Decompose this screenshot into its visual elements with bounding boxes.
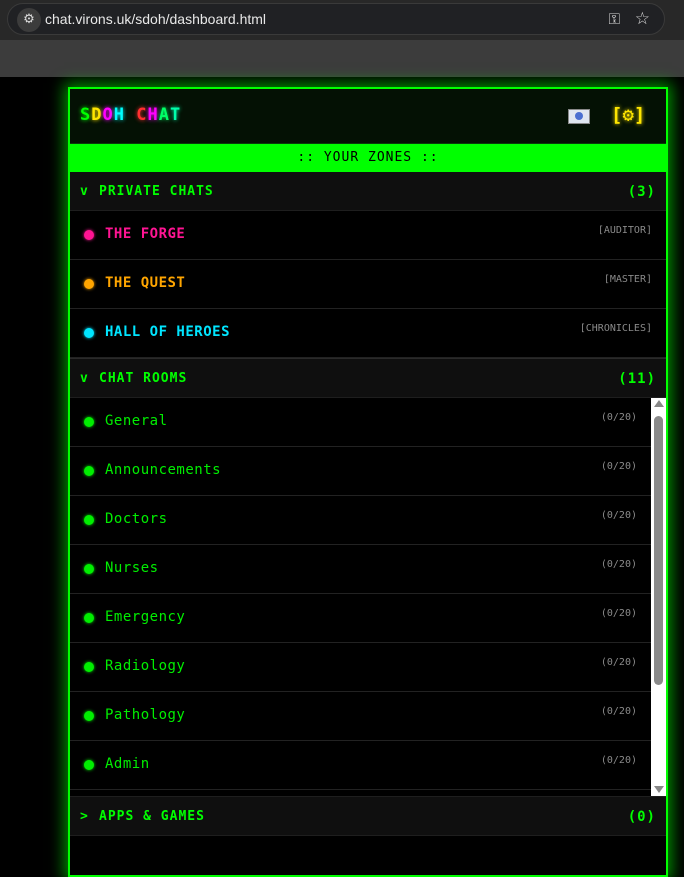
status-dot-icon <box>84 466 94 476</box>
app-logo: SDOH CHAT <box>80 105 181 125</box>
status-dot-icon <box>84 279 94 289</box>
room-name: General <box>105 413 168 429</box>
chat-room-item[interactable]: Doctors (0/20) <box>70 496 651 545</box>
app-header: SDOH CHAT [⚙] <box>70 89 666 144</box>
logo-letter: H <box>113 105 125 125</box>
logo-letter: O <box>102 105 114 125</box>
password-key-icon[interactable]: ⚿ <box>609 10 620 28</box>
room-occupancy: (0/20) <box>600 608 637 619</box>
room-name: Doctors <box>105 511 168 527</box>
private-chats-list: THE FORGE [AUDITOR] THE QUEST [MASTER] HALL … <box>70 211 666 358</box>
logo-letter: D <box>91 105 103 125</box>
chat-room-item[interactable]: Radiology (0/20) <box>70 643 651 692</box>
chat-rooms-header[interactable]: v CHAT ROOMS (11) <box>70 358 666 398</box>
chat-name: HALL OF HEROES <box>105 324 231 340</box>
section-title: PRIVATE CHATS <box>99 184 214 199</box>
room-occupancy: (0/20) <box>600 657 637 668</box>
section-count: (0) <box>627 809 656 825</box>
room-name: Admin <box>105 756 150 772</box>
scrollbar-thumb[interactable] <box>654 416 663 685</box>
logo-letter: T <box>170 105 182 125</box>
zones-banner: :: YOUR ZONES :: <box>70 144 666 172</box>
chevron-right-icon: > <box>80 809 89 824</box>
status-dot-icon <box>84 328 94 338</box>
language-flag-icon[interactable] <box>568 109 590 124</box>
status-dot-icon <box>84 515 94 525</box>
room-name: Pathology <box>105 707 186 723</box>
room-occupancy: (0/20) <box>600 755 637 766</box>
chat-role-tag: [AUDITOR] <box>597 225 652 236</box>
chat-role-tag: [MASTER] <box>603 274 652 285</box>
room-occupancy: (0/20) <box>600 412 637 423</box>
chat-rooms-items: General (0/20) Announcements (0/20) Doctors (… <box>70 398 651 790</box>
private-chats-header[interactable]: v PRIVATE CHATS (3) <box>70 172 666 211</box>
browser-toolbar: ⚙ chat.virons.uk/sdoh/dashboard.html ⚿ ☆ <box>0 0 684 40</box>
address-bar[interactable]: ⚙ chat.virons.uk/sdoh/dashboard.html ⚿ ☆ <box>7 3 665 35</box>
scroll-down-arrow-icon[interactable] <box>654 786 664 793</box>
section-count: (3) <box>627 184 656 200</box>
browser-chrome: ⚙ chat.virons.uk/sdoh/dashboard.html ⚿ ☆ <box>0 0 684 77</box>
private-chat-item[interactable]: THE QUEST [MASTER] <box>70 260 666 309</box>
chat-room-item[interactable]: Nurses (0/20) <box>70 545 651 594</box>
section-title: APPS & GAMES <box>99 809 205 824</box>
settings-button[interactable]: [⚙] <box>611 104 645 126</box>
room-name: Radiology <box>105 658 186 674</box>
bookmark-star-icon[interactable]: ☆ <box>635 9 650 29</box>
rooms-scrollbar[interactable] <box>651 398 666 796</box>
chat-name: THE QUEST <box>105 275 186 291</box>
logo-letter: H <box>147 105 159 125</box>
chat-room-item[interactable]: Emergency (0/20) <box>70 594 651 643</box>
room-occupancy: (0/20) <box>600 461 637 472</box>
logo-letter <box>125 105 136 125</box>
chevron-down-icon: v <box>80 184 89 199</box>
status-dot-icon <box>84 417 94 427</box>
status-dot-icon <box>84 760 94 770</box>
chat-rooms-list[interactable]: General (0/20) Announcements (0/20) Doctors (… <box>70 398 666 796</box>
room-name: Emergency <box>105 609 186 625</box>
logo-letter: S <box>80 105 92 125</box>
room-name: Nurses <box>105 560 159 576</box>
chat-room-item[interactable]: Announcements (0/20) <box>70 447 651 496</box>
chat-room-item[interactable]: Pathology (0/20) <box>70 692 651 741</box>
scroll-up-arrow-icon[interactable] <box>654 400 664 407</box>
private-chat-item[interactable]: HALL OF HEROES [CHRONICLES] <box>70 309 666 358</box>
section-count: (11) <box>618 371 656 387</box>
site-settings-icon[interactable]: ⚙ <box>17 8 41 32</box>
chat-room-item[interactable]: Admin (0/20) <box>70 741 651 790</box>
chevron-down-icon: v <box>80 371 89 386</box>
status-dot-icon <box>84 564 94 574</box>
chat-role-tag: [CHRONICLES] <box>579 323 652 334</box>
room-occupancy: (0/20) <box>600 706 637 717</box>
status-dot-icon <box>84 613 94 623</box>
chat-dashboard: SDOH CHAT [⚙] :: YOUR ZONES :: v PRIVATE… <box>68 87 668 877</box>
chat-room-item[interactable]: General (0/20) <box>70 398 651 447</box>
status-dot-icon <box>84 230 94 240</box>
chat-name: THE FORGE <box>105 226 186 242</box>
url-text[interactable]: chat.virons.uk/sdoh/dashboard.html <box>45 11 266 27</box>
private-chat-item[interactable]: THE FORGE [AUDITOR] <box>70 211 666 260</box>
section-title: CHAT ROOMS <box>99 371 188 386</box>
room-occupancy: (0/20) <box>600 559 637 570</box>
status-dot-icon <box>84 711 94 721</box>
logo-letter: A <box>158 105 170 125</box>
logo-letter: C <box>136 105 148 125</box>
apps-games-header[interactable]: > APPS & GAMES (0) <box>70 796 666 836</box>
status-dot-icon <box>84 662 94 672</box>
room-name: Announcements <box>105 462 222 478</box>
room-occupancy: (0/20) <box>600 510 637 521</box>
